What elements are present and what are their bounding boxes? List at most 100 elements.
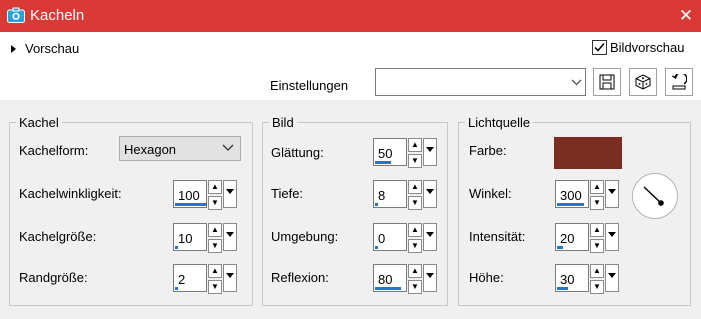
reflection-input[interactable]: 80 <box>373 264 407 292</box>
depth-stepper[interactable]: ▲ ▼ <box>408 180 422 210</box>
arrow-down-icon[interactable]: ▼ <box>590 239 604 253</box>
save-icon <box>599 74 615 90</box>
ambient-value: 0 <box>378 231 386 246</box>
dice-icon <box>635 74 651 90</box>
settings-dropdown[interactable] <box>375 68 586 96</box>
arrow-up-icon[interactable]: ▲ <box>590 223 604 237</box>
ambient-label: Umgebung: <box>271 229 339 244</box>
intensity-menu-button[interactable] <box>605 223 619 251</box>
tile-angularity-label: Kachelwinkligkeit: <box>19 186 122 201</box>
depth-menu-button[interactable] <box>423 180 437 208</box>
image-preview-label: Bildvorschau <box>610 40 685 55</box>
arrow-down-icon[interactable]: ▼ <box>408 196 422 210</box>
reflection-label: Reflexion: <box>271 270 329 285</box>
reflection-menu-button[interactable] <box>423 264 437 292</box>
arrow-up-icon[interactable]: ▲ <box>408 264 422 278</box>
angle-stepper[interactable]: ▲ ▼ <box>590 180 604 210</box>
reset-icon <box>672 74 687 90</box>
height-spinner[interactable]: 30 ▲ ▼ <box>555 264 619 294</box>
window-title: Kacheln <box>30 7 85 24</box>
arrow-down-icon[interactable]: ▼ <box>208 280 222 294</box>
dial-needle-icon <box>643 186 664 206</box>
ambient-menu-button[interactable] <box>423 223 437 251</box>
arrow-up-icon[interactable]: ▲ <box>208 180 222 194</box>
image-preview-checkbox[interactable]: Bildvorschau <box>592 40 684 55</box>
arrow-down-icon[interactable]: ▼ <box>408 154 422 168</box>
border-size-input[interactable]: 2 <box>173 264 207 292</box>
depth-label: Tiefe: <box>271 186 304 201</box>
arrow-down-icon[interactable]: ▼ <box>208 239 222 253</box>
tile-size-spinner[interactable]: 10 ▲ ▼ <box>173 223 237 253</box>
tile-shape-value: Hexagon <box>124 142 177 157</box>
preview-toggle[interactable]: Vorschau <box>11 41 79 56</box>
border-size-menu-button[interactable] <box>223 264 237 292</box>
depth-value: 8 <box>378 188 386 203</box>
reflection-stepper[interactable]: ▲ ▼ <box>408 264 422 294</box>
close-icon[interactable]: ✕ <box>671 0 701 32</box>
smoothing-label: Glättung: <box>271 145 324 160</box>
angle-dial[interactable] <box>632 173 678 219</box>
tile-angularity-value: 100 <box>178 188 200 203</box>
tile-angularity-stepper[interactable]: ▲ ▼ <box>208 180 222 210</box>
border-size-stepper[interactable]: ▲ ▼ <box>208 264 222 294</box>
arrow-down-icon[interactable]: ▼ <box>590 280 604 294</box>
tile-shape-select[interactable]: Hexagon <box>119 136 241 161</box>
smoothing-input[interactable]: 50 <box>373 138 407 166</box>
smoothing-spinner[interactable]: 50 ▲ ▼ <box>373 138 437 168</box>
depth-input[interactable]: 8 <box>373 180 407 208</box>
chevron-down-icon[interactable] <box>568 69 585 95</box>
border-size-spinner[interactable]: 2 ▲ ▼ <box>173 264 237 294</box>
angle-input[interactable]: 300 <box>555 180 589 208</box>
arrow-up-icon[interactable]: ▲ <box>590 264 604 278</box>
border-size-label: Randgröße: <box>19 270 88 285</box>
smoothing-stepper[interactable]: ▲ ▼ <box>408 138 422 168</box>
tile-angularity-input[interactable]: 100 <box>173 180 207 208</box>
height-stepper[interactable]: ▲ ▼ <box>590 264 604 294</box>
arrow-up-icon[interactable]: ▲ <box>208 223 222 237</box>
reflection-spinner[interactable]: 80 ▲ ▼ <box>373 264 437 294</box>
checkbox-icon[interactable] <box>592 40 607 55</box>
arrow-up-icon[interactable]: ▲ <box>208 264 222 278</box>
angle-level <box>557 203 584 206</box>
settings-label: Einstellungen <box>270 78 349 93</box>
tile-size-menu-button[interactable] <box>223 223 237 251</box>
intensity-label: Intensität: <box>469 229 526 244</box>
save-button[interactable] <box>593 68 621 96</box>
smoothing-level <box>375 161 391 164</box>
top-bar: Vorschau Bildvorschau Einstellungen <box>0 32 701 100</box>
tile-angularity-spinner[interactable]: 100 ▲ ▼ <box>173 180 237 210</box>
tile-group-legend: Kachel <box>16 115 62 130</box>
depth-level <box>375 203 378 206</box>
ambient-spinner[interactable]: 0 ▲ ▼ <box>373 223 437 253</box>
tile-angularity-menu-button[interactable] <box>223 180 237 208</box>
arrow-up-icon[interactable]: ▲ <box>408 138 422 152</box>
height-label: Höhe: <box>469 270 504 285</box>
angle-value: 300 <box>560 188 582 203</box>
arrow-up-icon[interactable]: ▲ <box>590 180 604 194</box>
smoothing-menu-button[interactable] <box>423 138 437 166</box>
reflection-value: 80 <box>378 272 393 287</box>
intensity-spinner[interactable]: 20 ▲ ▼ <box>555 223 619 253</box>
angle-spinner[interactable]: 300 ▲ ▼ <box>555 180 619 210</box>
height-menu-button[interactable] <box>605 264 619 292</box>
height-input[interactable]: 30 <box>555 264 589 292</box>
tile-size-level <box>175 246 178 249</box>
intensity-stepper[interactable]: ▲ ▼ <box>590 223 604 253</box>
ambient-stepper[interactable]: ▲ ▼ <box>408 223 422 253</box>
reset-button[interactable] <box>665 68 693 96</box>
tile-size-stepper[interactable]: ▲ ▼ <box>208 223 222 253</box>
light-color-swatch[interactable] <box>554 137 622 169</box>
arrow-up-icon[interactable]: ▲ <box>408 223 422 237</box>
arrow-up-icon[interactable]: ▲ <box>408 180 422 194</box>
depth-spinner[interactable]: 8 ▲ ▼ <box>373 180 437 210</box>
arrow-down-icon[interactable]: ▼ <box>408 239 422 253</box>
tile-size-input[interactable]: 10 <box>173 223 207 251</box>
intensity-input[interactable]: 20 <box>555 223 589 251</box>
ambient-input[interactable]: 0 <box>373 223 407 251</box>
angle-menu-button[interactable] <box>605 180 619 208</box>
arrow-down-icon[interactable]: ▼ <box>590 196 604 210</box>
intensity-value: 20 <box>560 231 575 246</box>
random-button[interactable] <box>629 68 657 96</box>
arrow-down-icon[interactable]: ▼ <box>208 196 222 210</box>
arrow-down-icon[interactable]: ▼ <box>408 280 422 294</box>
